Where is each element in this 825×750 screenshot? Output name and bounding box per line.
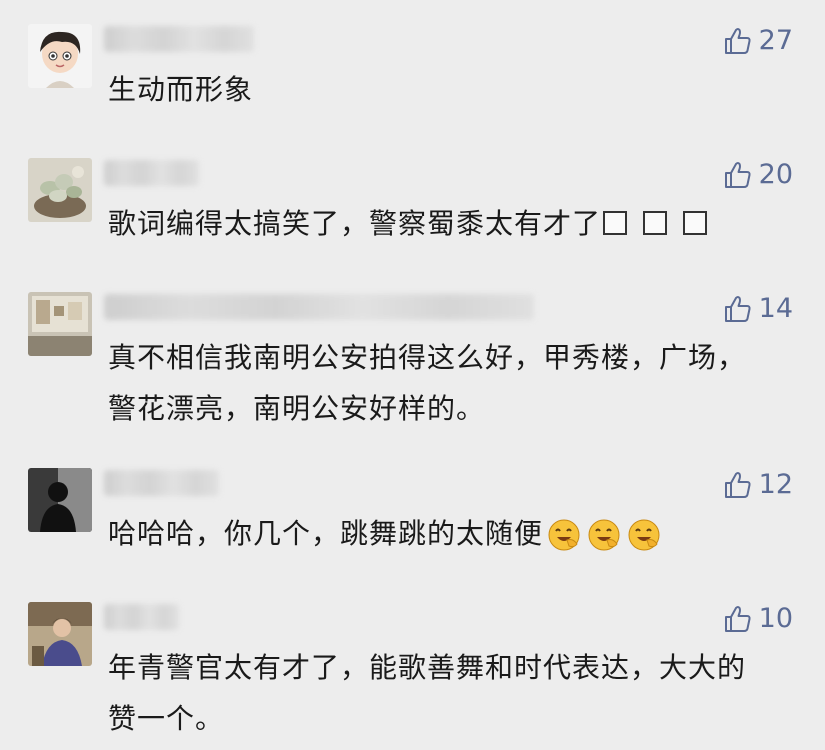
comment-text: 哈哈哈，你几个，跳舞跳的太随便 (108, 508, 798, 559)
username-blurred (104, 604, 179, 630)
like-count: 27 (758, 25, 793, 56)
like-button[interactable]: 12 (723, 470, 793, 500)
username-blurred (104, 294, 534, 320)
laughing-emoji-icon (628, 519, 660, 551)
like-count: 12 (758, 469, 793, 500)
person-photo-avatar-icon (28, 602, 92, 666)
thumbs-up-icon (724, 28, 751, 54)
laughing-emoji-icon (548, 519, 580, 551)
comment-text: 歌词编得太搞笑了，警察蜀黍太有才了 (108, 198, 798, 249)
missing-glyph-box-icon (683, 211, 708, 235)
laughing-emoji-icon (588, 519, 620, 551)
username-blurred (104, 160, 199, 186)
comment-text-body: 歌词编得太搞笑了，警察蜀黍太有才了 (108, 207, 602, 240)
username-blurred (104, 470, 219, 496)
avatar[interactable] (28, 24, 92, 88)
cartoon-boy-avatar-icon (28, 24, 92, 88)
missing-glyph-box-icon (603, 211, 628, 235)
avatar[interactable] (28, 292, 92, 356)
thumbs-up-icon (724, 296, 751, 322)
comment-text: 年青警官太有才了，能歌善舞和时代表达，大大的 赞一个。 (108, 651, 747, 735)
comment-text: 生动而形象 (108, 73, 254, 106)
comment-text: 真不相信我南明公安拍得这么好，甲秀楼，广场， 警花漂亮，南明公安好样的。 (108, 341, 747, 425)
like-button[interactable]: 10 (723, 604, 793, 634)
emoji-row (547, 518, 661, 552)
like-count: 14 (758, 293, 793, 324)
like-button[interactable]: 14 (723, 294, 793, 324)
comment-text-body: 哈哈哈，你几个，跳舞跳的太随便 (108, 517, 544, 550)
silhouette-avatar-icon (28, 468, 92, 532)
thumbs-up-icon (724, 162, 751, 188)
avatar[interactable] (28, 158, 92, 222)
username-blurred (104, 26, 254, 52)
avatar[interactable] (28, 468, 92, 532)
like-button[interactable]: 20 (723, 160, 793, 190)
succulent-plant-avatar-icon (28, 158, 92, 222)
missing-glyph-box-icon (643, 211, 668, 235)
thumbs-up-icon (724, 606, 751, 632)
thumbs-up-icon (724, 472, 751, 498)
avatar[interactable] (28, 602, 92, 666)
room-photo-avatar-icon (28, 292, 92, 356)
like-button[interactable]: 27 (723, 26, 793, 56)
like-count: 10 (758, 603, 793, 634)
like-count: 20 (758, 159, 793, 190)
